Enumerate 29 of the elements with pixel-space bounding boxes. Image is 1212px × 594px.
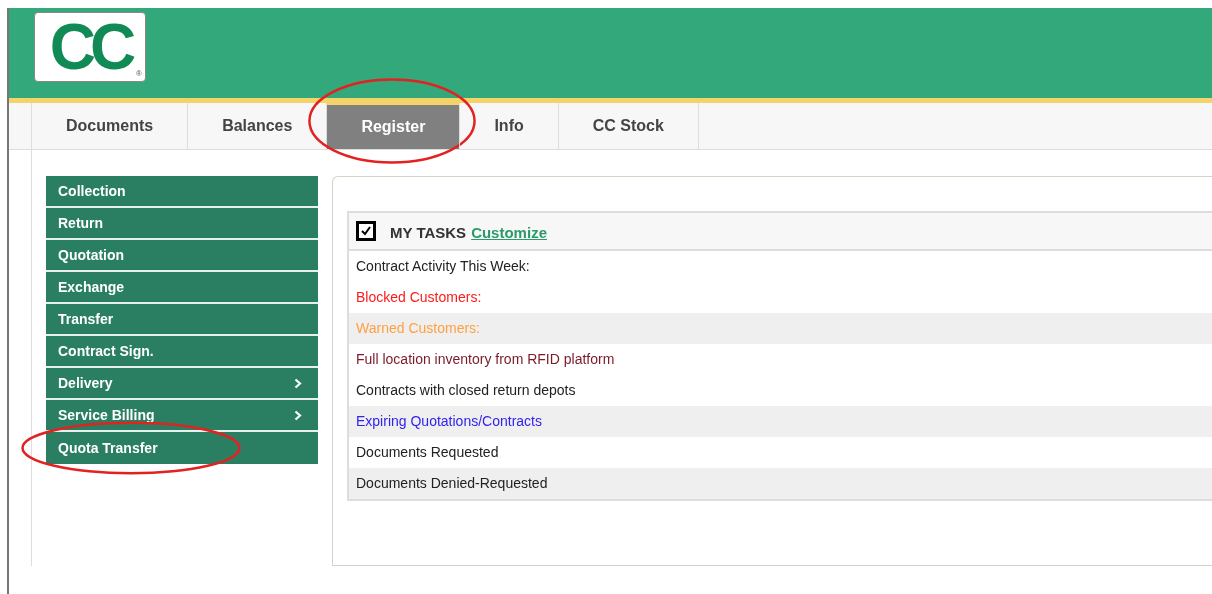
menu-item[interactable]: Exchange	[46, 272, 318, 304]
task-label: Contracts with closed return depots	[356, 381, 576, 400]
task-label: Expiring Quotations/Contracts	[356, 412, 542, 431]
customize-link[interactable]: Customize	[471, 221, 547, 245]
task-label: Full location inventory from RFID platform	[356, 350, 615, 369]
chevron-right-icon	[294, 409, 302, 421]
task-label: Blocked Customers:	[356, 288, 482, 307]
menu-item[interactable]: Service Billing	[46, 400, 318, 432]
task-label: Warned Customers:	[356, 319, 480, 338]
menu-item[interactable]: Contract Sign.	[46, 336, 318, 368]
nav-tab[interactable]: Info	[459, 103, 558, 149]
task-row[interactable]: Expiring Quotations/Contracts	[349, 406, 1212, 437]
logo[interactable]: CC®	[34, 12, 146, 82]
tasks-title: MY TASKS	[390, 222, 467, 243]
menu-item[interactable]: Quotation	[46, 240, 318, 272]
task-label: Documents Denied-Requested	[356, 474, 548, 493]
checkbox[interactable]	[356, 221, 376, 241]
nav-tab[interactable]: Register	[326, 103, 460, 149]
menu-item[interactable]: Transfer	[46, 304, 318, 336]
menu-item[interactable]: Collection	[46, 176, 318, 208]
task-label: Contract Activity This Week:	[356, 257, 530, 276]
menu-item[interactable]: Return	[46, 208, 318, 240]
task-label: Documents Requested	[356, 443, 499, 462]
chevron-right-icon	[294, 377, 302, 389]
task-row[interactable]: Documents Denied-Requested	[349, 468, 1212, 499]
menu-item[interactable]: Delivery	[46, 368, 318, 400]
menu-item[interactable]: Quota Transfer	[46, 432, 318, 464]
nav-tab[interactable]: CC Stock	[557, 103, 698, 149]
nav-tab[interactable]: Documents	[31, 103, 188, 149]
